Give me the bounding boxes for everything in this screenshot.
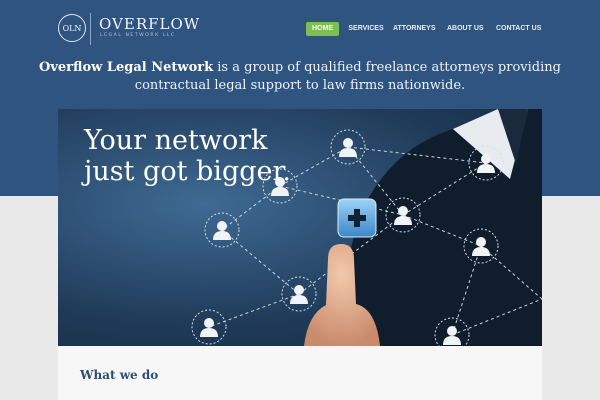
intro-text: Overflow Legal Network is a group of qua… (0, 59, 600, 95)
nav-about-us[interactable]: ABOUT US (447, 22, 484, 36)
nav-home[interactable]: HOME (306, 22, 339, 36)
hero-headline: Your network just got bigger. (84, 125, 291, 187)
hero-headline-line1: Your network (84, 125, 268, 156)
nav-contact-us[interactable]: CONTACT US (496, 22, 541, 36)
person-icon (204, 212, 240, 248)
content-section: What we do (58, 346, 542, 400)
logo-text: OLN (62, 23, 82, 33)
brand-name[interactable]: OVERFLOW (99, 15, 200, 33)
intro-line1: is a group of qualified freelance attorn… (213, 60, 561, 75)
site-header: OLN OVERFLOW LEGAL NETWORK LLC HOME SERV… (0, 0, 600, 60)
logo-divider (90, 13, 91, 45)
plus-icon[interactable] (337, 198, 377, 238)
intro-line2: contractual legal support to law firms n… (134, 78, 466, 93)
company-name: Overflow Legal Network (39, 60, 214, 75)
oln-logo-icon[interactable]: OLN (58, 14, 86, 42)
brand-tagline: LEGAL NETWORK LLC (100, 33, 176, 38)
nav-attorneys[interactable]: ATTORNEYS (393, 22, 436, 36)
section-title: What we do (80, 368, 159, 382)
person-icon (330, 129, 366, 165)
person-icon (191, 309, 227, 345)
nav-services[interactable]: SERVICES (346, 22, 386, 36)
person-icon (281, 276, 317, 312)
hero-headline-line2: just got bigger. (84, 156, 292, 187)
hero-banner: Your network just got bigger. (58, 109, 542, 346)
